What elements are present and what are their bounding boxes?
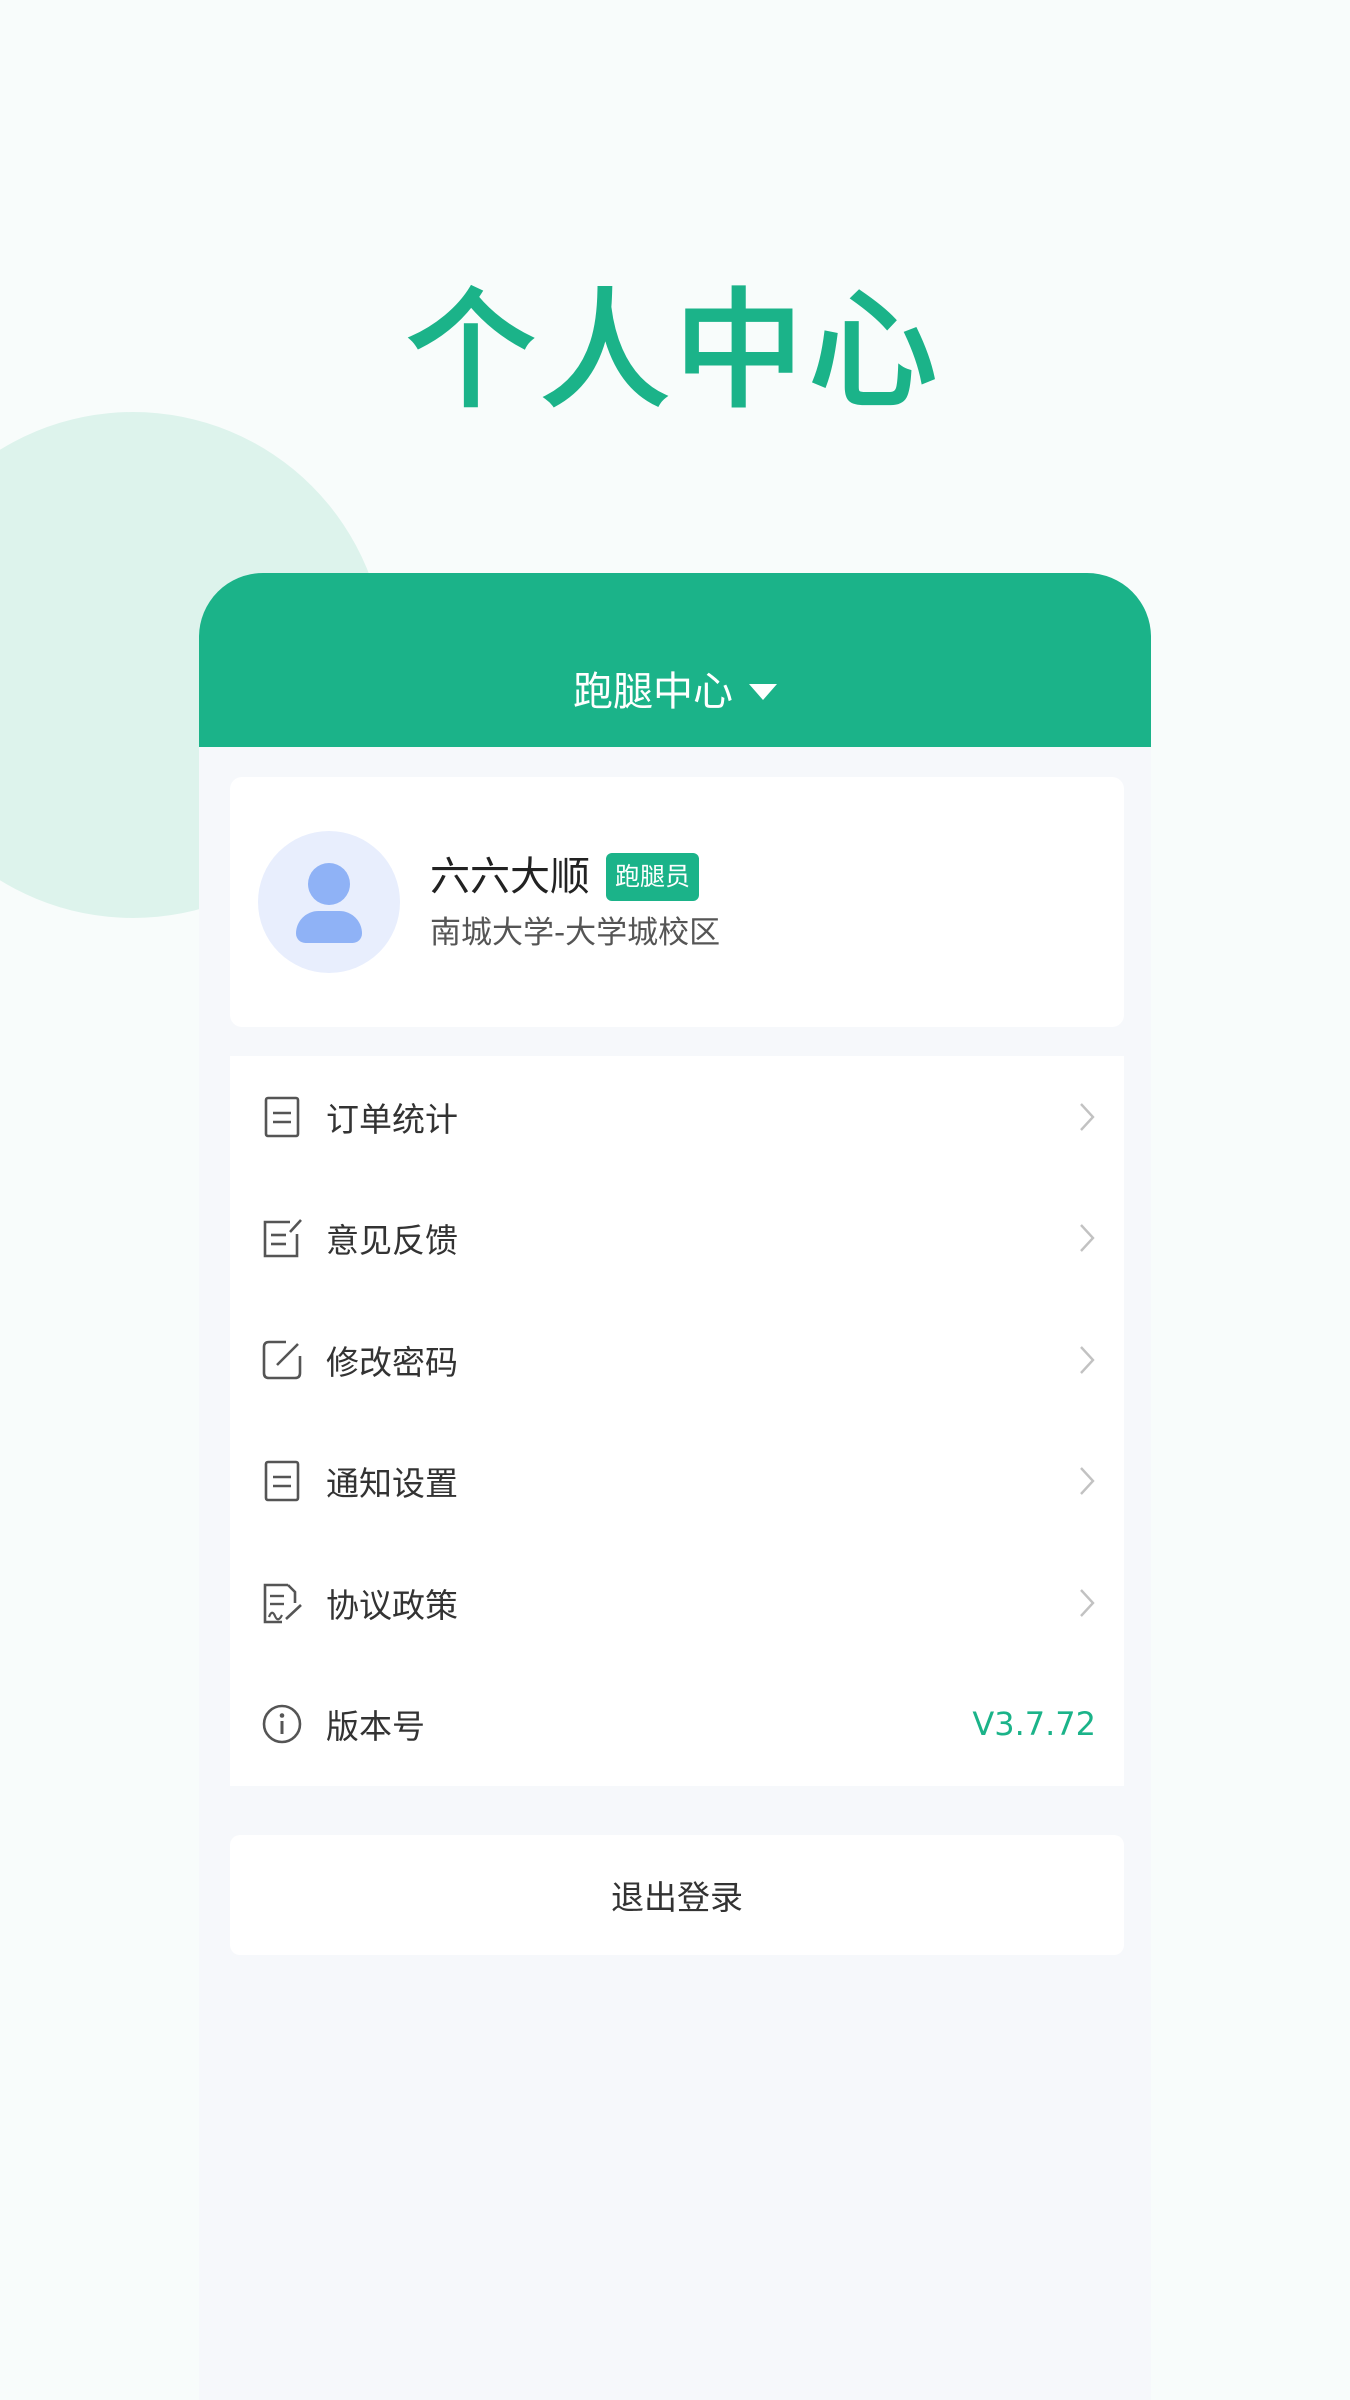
user-silhouette-icon — [308, 863, 350, 905]
center-switch-label: 跑腿中心 — [573, 669, 733, 715]
logout-label: 退出登录 — [611, 1878, 743, 1917]
menu-item-order-stats[interactable]: 订单统计 — [230, 1056, 1124, 1178]
menu-item-label: 修改密码 — [326, 1342, 458, 1382]
phone-screen: 跑腿中心 六六大顺 跑腿员 南城大学-大学城校区 订单统计 意见反馈 修改密码 … — [199, 573, 1151, 2400]
info-icon — [262, 1704, 302, 1744]
center-switch-dropdown[interactable]: 跑腿中心 — [573, 667, 777, 717]
school-campus: 南城大学-大学城校区 — [430, 915, 721, 951]
feedback-edit-icon — [263, 1219, 302, 1258]
user-name: 六六大顺 — [430, 854, 590, 900]
menu-item-label: 通知设置 — [326, 1464, 458, 1504]
chevron-right-icon — [1080, 1345, 1095, 1374]
chevron-right-icon — [1080, 1588, 1095, 1617]
menu-item-version: 版本号 V3.7.72 — [230, 1664, 1124, 1786]
menu-item-label: 协议政策 — [326, 1585, 458, 1625]
chevron-right-icon — [1080, 1102, 1095, 1131]
menu-list: 订单统计 意见反馈 修改密码 通知设置 协议政策 版本号 V3.7.72 — [230, 1056, 1124, 1786]
profile-info: 六六大顺 跑腿员 南城大学-大学城校区 — [430, 851, 720, 953]
document-icon — [264, 1096, 300, 1138]
role-badge: 跑腿员 — [606, 853, 700, 901]
chevron-right-icon — [1080, 1467, 1095, 1496]
menu-item-feedback[interactable]: 意见反馈 — [230, 1178, 1124, 1300]
menu-item-label: 版本号 — [326, 1707, 425, 1747]
page: 个人中心 跑腿中心 六六大顺 跑腿员 南城大学-大学城校区 订单统计 意见反馈 … — [0, 0, 1350, 2400]
menu-item-change-password[interactable]: 修改密码 — [230, 1299, 1124, 1421]
app-header: 跑腿中心 — [199, 573, 1151, 747]
logout-button[interactable]: 退出登录 — [230, 1835, 1124, 1955]
version-number: V3.7.72 — [972, 1705, 1096, 1744]
profile-card[interactable]: 六六大顺 跑腿员 南城大学-大学城校区 — [230, 777, 1124, 1027]
menu-item-label: 意见反馈 — [326, 1221, 458, 1261]
caret-down-icon — [749, 684, 777, 700]
pencil-square-icon — [262, 1340, 302, 1380]
chevron-right-icon — [1080, 1224, 1095, 1253]
document-icon — [264, 1460, 300, 1502]
agreement-sign-icon — [263, 1583, 302, 1624]
avatar — [258, 831, 400, 973]
page-title: 个人中心 — [406, 277, 943, 426]
menu-item-label: 订单统计 — [326, 1099, 458, 1139]
menu-item-notification-settings[interactable]: 通知设置 — [230, 1421, 1124, 1543]
menu-item-agreement-policy[interactable]: 协议政策 — [230, 1542, 1124, 1664]
